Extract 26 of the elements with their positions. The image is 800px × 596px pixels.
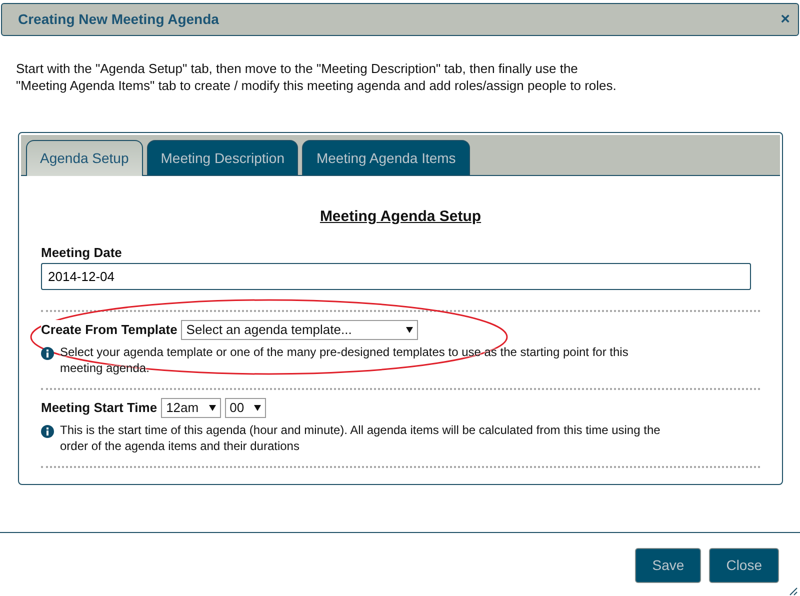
- dialog-button[interactable]: Save: [635, 548, 702, 583]
- instructions-text: Start with the "Agenda Setup" tab, then move to the "Meeting Description" tab, then finally use the "Meeting Agenda Items" tab to create / modify this meeting agenda and add roles/assign people to roles.: [16, 60, 618, 94]
- field-label: Create From Template: [41, 320, 178, 340]
- caret-icon: [406, 326, 414, 333]
- tab[interactable]: Meeting Description: [146, 140, 298, 175]
- date-field[interactable]: 2014-12-04: [41, 263, 751, 290]
- caret-icon: [254, 404, 262, 411]
- tab[interactable]: Meeting Agenda Items: [302, 140, 470, 175]
- section-heading: Meeting Agenda Setup: [318, 207, 482, 227]
- window-title: Creating New Meeting Agenda: [18, 10, 219, 29]
- dialog-button[interactable]: Close: [709, 548, 779, 583]
- template-dropdown[interactable]: Select an agenda template...: [181, 320, 418, 340]
- hour-dropdown[interactable]: 12am: [161, 398, 221, 418]
- tab[interactable]: Agenda Setup: [26, 140, 143, 176]
- help-text: This is the start time of this agenda (hour and minute). All agenda items will be calculated from this time using the order of the agenda items and their durations: [60, 422, 662, 454]
- dropdown-value: Select an agenda template...: [186, 321, 352, 340]
- minute-dropdown[interactable]: 00: [224, 398, 266, 418]
- dropdown-value: 00: [230, 399, 244, 418]
- field-label: Meeting Date: [41, 244, 123, 262]
- info-icon: [41, 425, 54, 438]
- dropdown-value: 12am: [166, 399, 199, 418]
- close-button[interactable]: ×: [780, 12, 790, 28]
- resize-grip-icon[interactable]: [789, 587, 798, 596]
- info-icon: [41, 347, 54, 360]
- field-label: Meeting Start Time: [41, 399, 158, 418]
- caret-icon: [208, 404, 216, 411]
